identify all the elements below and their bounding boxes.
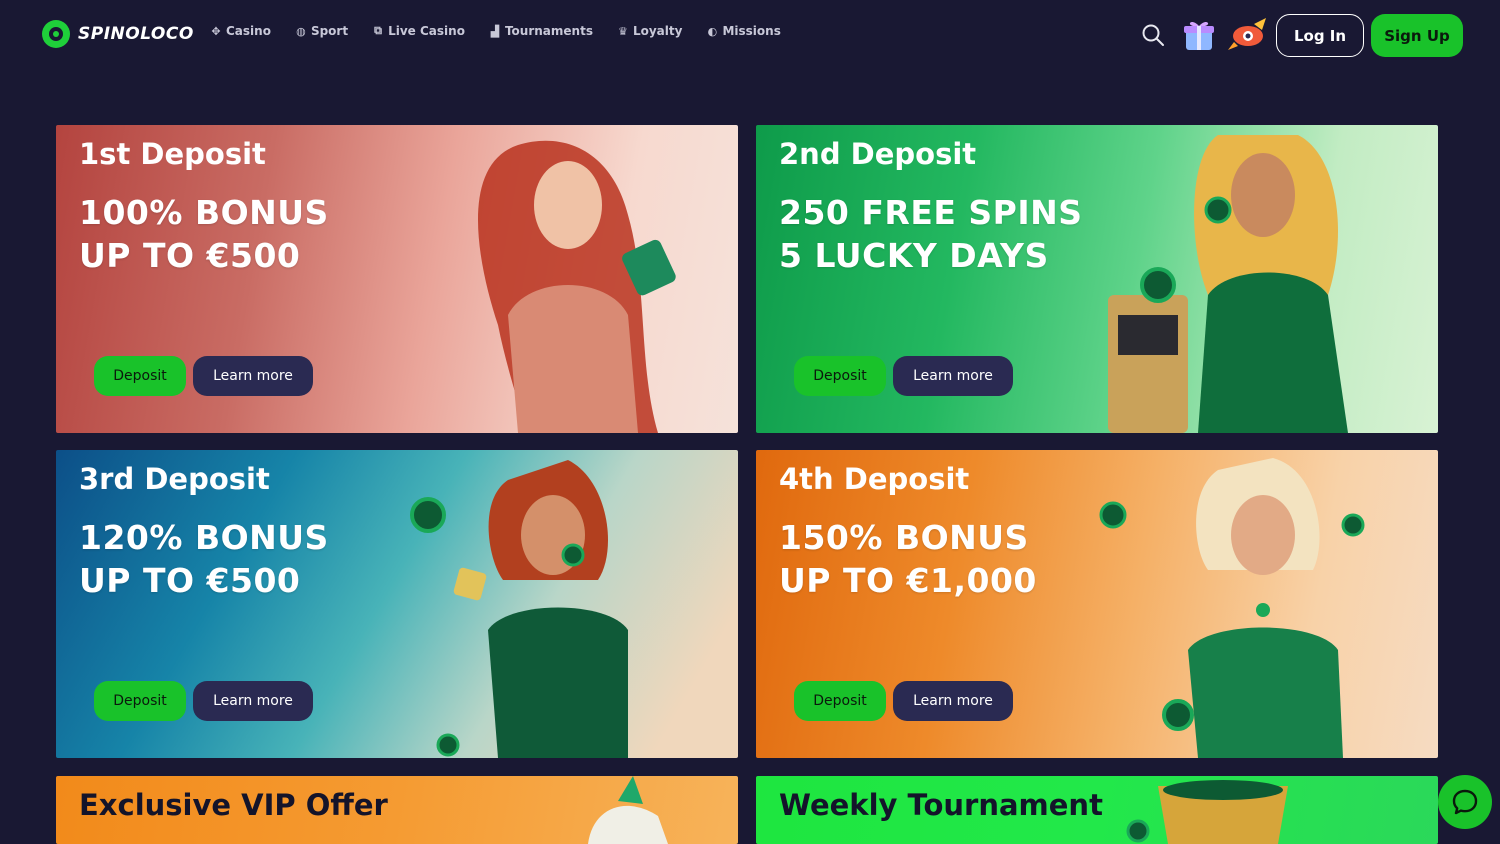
nav-item-live-casino[interactable]: ⧉ Live Casino: [372, 24, 465, 38]
casino-icon: ✥: [211, 24, 221, 38]
missions-icon: ◐: [707, 24, 718, 38]
nav-item-label: Missions: [722, 24, 781, 38]
promo-card-3rd-deposit[interactable]: 3rd Deposit 120% BONUS UP TO €500 Deposi…: [56, 450, 738, 758]
nav-item-tournaments[interactable]: ▟ Tournaments: [489, 24, 593, 38]
promo-character-image: [1108, 135, 1348, 433]
promo-line-2: UP TO €1,000: [779, 561, 1037, 600]
nav-item-sport[interactable]: ◍ Sport: [295, 24, 348, 38]
signup-button[interactable]: Sign Up: [1371, 14, 1463, 57]
promo-title: 3rd Deposit: [79, 462, 270, 496]
brand-logo[interactable]: SPINOLOCO: [42, 20, 194, 48]
promo-line-2: 5 LUCKY DAYS: [779, 236, 1049, 275]
promo-character-image: [410, 460, 628, 758]
rocket-icon[interactable]: [1226, 16, 1270, 54]
promo-line-2: UP TO €500: [79, 561, 301, 600]
promo-card-1st-deposit[interactable]: 1st Deposit 100% BONUS UP TO €500 Deposi…: [56, 125, 738, 433]
nav-item-label: Live Casino: [388, 24, 465, 38]
deposit-button[interactable]: Deposit: [94, 681, 186, 721]
sport-icon: ◍: [296, 24, 306, 38]
deposit-button[interactable]: Deposit: [794, 356, 886, 396]
nav-item-loyalty[interactable]: ♛ Loyalty: [617, 24, 682, 38]
gift-icon[interactable]: [1180, 16, 1218, 54]
nav-item-label: Sport: [310, 24, 349, 38]
tournaments-icon: ▟: [490, 24, 500, 38]
promo-headline: 250 FREE SPINS 5 LUCKY DAYS: [779, 191, 1083, 277]
promo-card-vip-offer[interactable]: Exclusive VIP Offer: [56, 776, 738, 844]
promo-line-1: 250 FREE SPINS: [779, 193, 1083, 232]
brand-name: SPINOLOCO: [78, 24, 194, 44]
promo-character-image: [478, 140, 676, 433]
nav-item-casino[interactable]: ✥ Casino: [210, 24, 271, 38]
learn-more-button[interactable]: Learn more: [193, 356, 313, 396]
learn-more-button[interactable]: Learn more: [893, 681, 1013, 721]
promo-trophy-image: [1126, 780, 1288, 844]
promo-headline: 150% BONUS UP TO €1,000: [779, 516, 1037, 602]
promo-line-1: 150% BONUS: [779, 518, 1029, 557]
promo-title: 1st Deposit: [79, 137, 266, 171]
promo-title: Weekly Tournament: [779, 788, 1103, 822]
promo-card-weekly-tournament[interactable]: Weekly Tournament: [756, 776, 1438, 844]
nav-item-label: Casino: [226, 24, 271, 38]
promo-card-2nd-deposit[interactable]: 2nd Deposit 250 FREE SPINS 5 LUCKY DAYS …: [756, 125, 1438, 433]
promo-line-2: UP TO €500: [79, 236, 301, 275]
search-icon[interactable]: [1141, 23, 1165, 47]
promo-title: 4th Deposit: [779, 462, 970, 496]
crown-icon: ♛: [618, 24, 628, 38]
promo-title: Exclusive VIP Offer: [79, 788, 388, 822]
nav-item-label: Tournaments: [504, 24, 593, 38]
learn-more-button[interactable]: Learn more: [193, 681, 313, 721]
nav-item-missions[interactable]: ◐ Missions: [706, 24, 781, 38]
live-chat-button[interactable]: [1438, 775, 1492, 829]
promo-headline: 120% BONUS UP TO €500: [79, 516, 329, 602]
promo-character-image: [1099, 458, 1365, 758]
live-casino-icon: ⧉: [374, 24, 383, 37]
promo-headline: 100% BONUS UP TO €500: [79, 191, 329, 277]
main-nav: ✥ Casino ◍ Sport ⧉ Live Casino ▟ Tournam…: [210, 24, 781, 38]
top-header: SPINOLOCO ✥ Casino ◍ Sport ⧉ Live Casino…: [0, 0, 1500, 70]
logo-icon: [42, 20, 70, 48]
learn-more-button[interactable]: Learn more: [893, 356, 1013, 396]
promo-line-1: 120% BONUS: [79, 518, 329, 557]
promo-character-image: [588, 776, 668, 844]
deposit-button[interactable]: Deposit: [794, 681, 886, 721]
deposit-button[interactable]: Deposit: [94, 356, 186, 396]
promo-card-4th-deposit[interactable]: 4th Deposit 150% BONUS UP TO €1,000 Depo…: [756, 450, 1438, 758]
promo-line-1: 100% BONUS: [79, 193, 329, 232]
chat-icon: [1452, 789, 1478, 815]
login-button[interactable]: Log In: [1276, 14, 1364, 57]
nav-item-label: Loyalty: [632, 24, 683, 38]
promo-title: 2nd Deposit: [779, 137, 977, 171]
